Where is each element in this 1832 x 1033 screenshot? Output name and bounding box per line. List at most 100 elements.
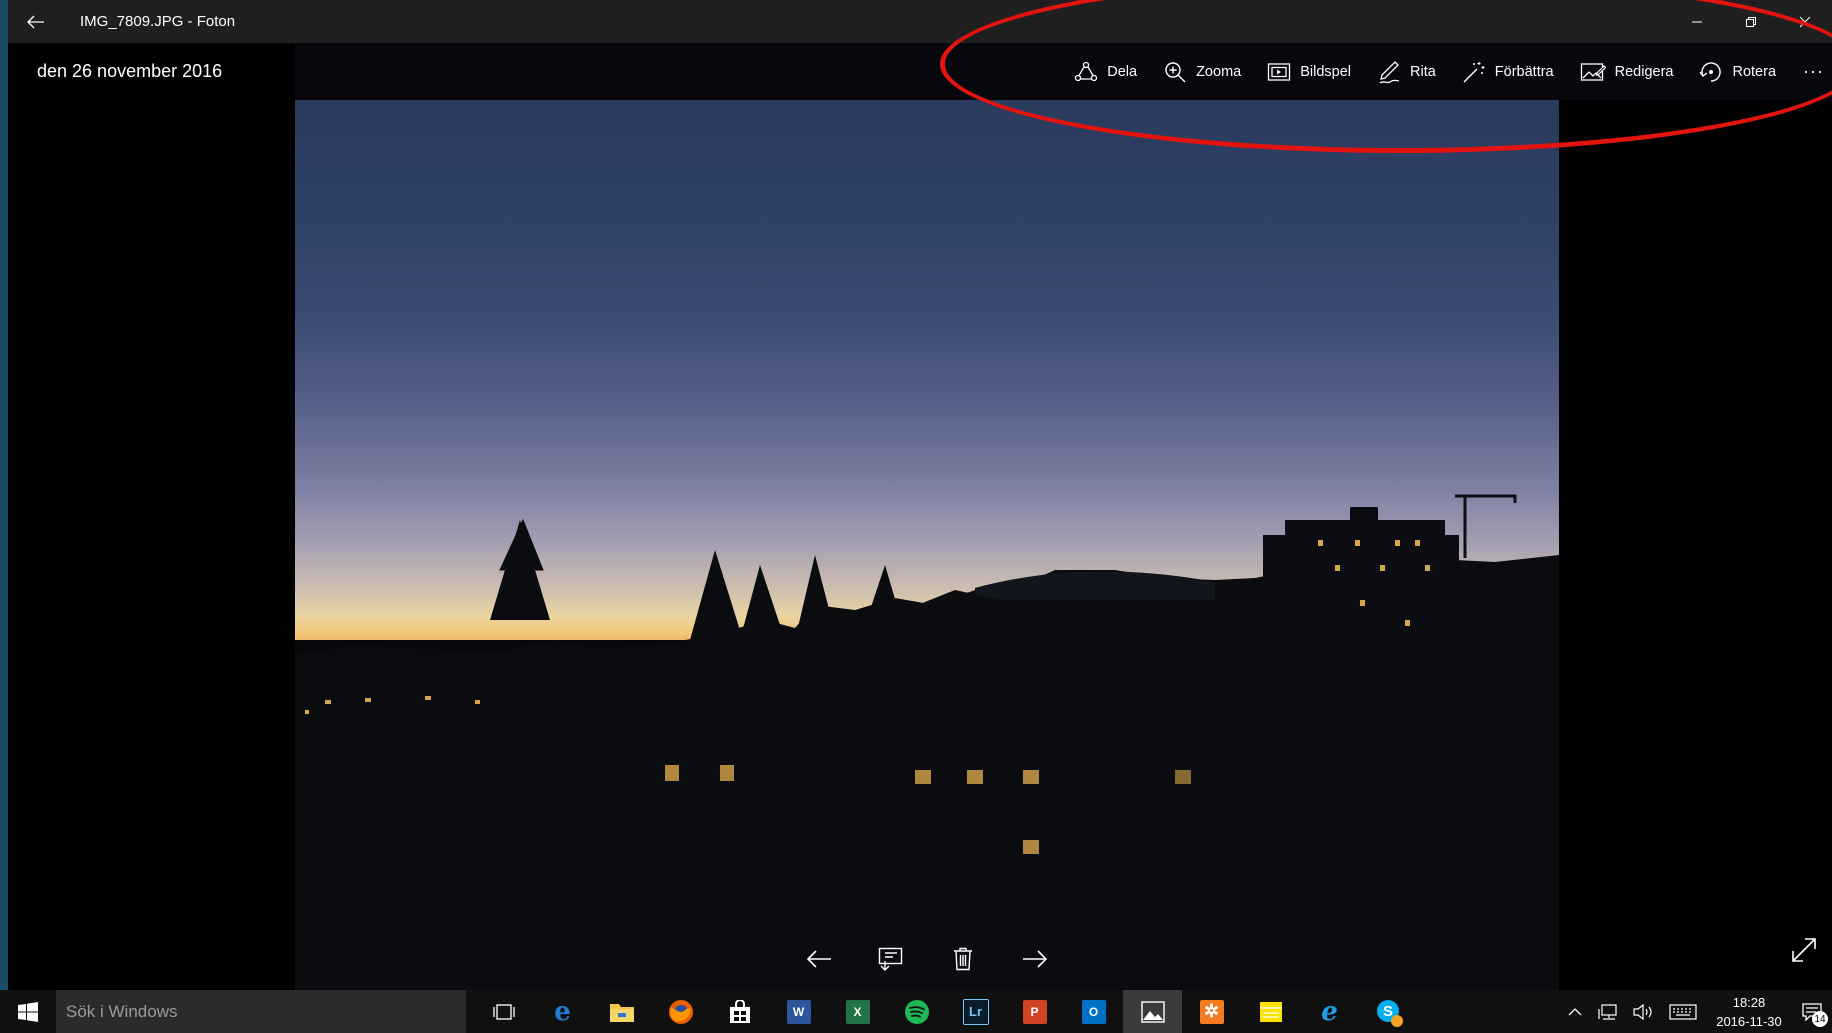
- orange-app-button[interactable]: ✲: [1182, 990, 1241, 1033]
- zoom-button[interactable]: Zooma: [1150, 43, 1254, 100]
- sticky-notes-button[interactable]: [1241, 990, 1300, 1033]
- arrow-right-icon: [1023, 950, 1048, 968]
- skype-status-badge: [1391, 1015, 1403, 1027]
- network-button[interactable]: [1592, 990, 1626, 1033]
- skype-button[interactable]: S: [1359, 990, 1418, 1033]
- search-box[interactable]: Sök i Windows: [56, 990, 466, 1033]
- draw-pen-icon: [1379, 60, 1400, 84]
- rotate-button[interactable]: Rotera: [1686, 43, 1789, 100]
- windows-logo-icon: [18, 1001, 38, 1022]
- action-center-button[interactable]: 14: [1792, 990, 1832, 1033]
- photos-icon: [1140, 1000, 1165, 1023]
- internet-explorer-button[interactable]: e: [1300, 990, 1359, 1033]
- volume-button[interactable]: [1626, 990, 1660, 1033]
- share-button[interactable]: Dela: [1061, 43, 1150, 100]
- delete-button[interactable]: [942, 938, 984, 980]
- start-button[interactable]: [0, 990, 56, 1033]
- title-bar: IMG_7809.JPG - Foton: [8, 0, 1832, 43]
- powerpoint-icon: P: [1022, 999, 1047, 1024]
- excel-button[interactable]: X: [828, 990, 887, 1033]
- keyboard-icon: [1669, 1003, 1697, 1020]
- spotify-icon: [904, 999, 929, 1024]
- file-explorer-button[interactable]: [592, 990, 651, 1033]
- touch-keyboard-button[interactable]: [1660, 990, 1706, 1033]
- network-icon: [1598, 1003, 1617, 1020]
- photo-view[interactable]: [295, 100, 1559, 990]
- sunset-cityscape-image: [295, 494, 1559, 990]
- draw-button[interactable]: Rita: [1364, 43, 1449, 100]
- photos-app-window: IMG_7809.JPG - Foton den 26 november 201…: [8, 0, 1832, 990]
- excel-icon: X: [845, 999, 870, 1024]
- expand-icon: [1792, 938, 1816, 962]
- notification-count-badge: 14: [1812, 1011, 1828, 1027]
- trash-icon: [954, 947, 972, 971]
- slideshow-icon: [1268, 62, 1291, 81]
- close-icon: [1799, 16, 1811, 27]
- firefox-icon: [668, 999, 693, 1024]
- edit-image-icon: [1580, 62, 1606, 81]
- edit-button[interactable]: Redigera: [1567, 43, 1687, 100]
- store-bag-icon: [729, 999, 750, 1023]
- back-button[interactable]: [8, 0, 64, 43]
- word-button[interactable]: W: [769, 990, 828, 1033]
- fullscreen-button[interactable]: [1784, 930, 1824, 970]
- speaker-icon: [1633, 1003, 1652, 1020]
- powerpoint-button[interactable]: P: [1005, 990, 1064, 1033]
- zoom-in-icon: [1165, 61, 1186, 82]
- share-label: Dela: [1107, 63, 1138, 80]
- folder-icon: [609, 1003, 634, 1022]
- edge-button[interactable]: e: [533, 990, 592, 1033]
- photos-taskbar-button[interactable]: [1123, 990, 1182, 1033]
- edit-label: Redigera: [1614, 63, 1674, 80]
- clock-date: 2016-11-30: [1716, 1013, 1782, 1029]
- minimize-button[interactable]: [1670, 0, 1724, 43]
- word-icon: W: [786, 999, 811, 1024]
- task-view-button[interactable]: [474, 990, 533, 1033]
- internet-explorer-icon: e: [1321, 996, 1338, 1027]
- command-bar: Dela Zooma Bildspel Rita Förbättra Redig…: [295, 43, 1832, 100]
- photo-controls: [295, 938, 1559, 980]
- windows-taskbar: Sök i Windows e W X Lr P O ✲ e S 18:28 2…: [0, 990, 1832, 1033]
- lightroom-icon: Lr: [962, 998, 989, 1025]
- chevron-up-icon: [1568, 1007, 1582, 1015]
- firefox-button[interactable]: [651, 990, 710, 1033]
- back-arrow-icon: [27, 15, 44, 28]
- clock-time: 18:28: [1732, 994, 1766, 1010]
- enhance-label: Förbättra: [1494, 63, 1554, 80]
- slideshow-label: Bildspel: [1300, 63, 1351, 80]
- minimize-icon: [1692, 21, 1702, 22]
- rotate-icon: [1699, 61, 1722, 82]
- restore-icon: [1746, 16, 1756, 27]
- enhance-wand-icon: [1463, 61, 1485, 83]
- outlook-button[interactable]: O: [1064, 990, 1123, 1033]
- sunburst-app-icon: ✲: [1199, 999, 1224, 1024]
- task-view-icon: [492, 1003, 515, 1020]
- photo-date: den 26 november 2016: [8, 43, 295, 100]
- add-to-album-button[interactable]: [870, 938, 912, 980]
- zoom-label: Zooma: [1196, 63, 1242, 80]
- arrow-left-icon: [806, 950, 831, 968]
- clock[interactable]: 18:28 2016-11-30: [1706, 993, 1792, 1031]
- restore-button[interactable]: [1724, 0, 1778, 43]
- spotify-button[interactable]: [887, 990, 946, 1033]
- more-options-button[interactable]: ···: [1789, 43, 1832, 100]
- window-controls: [1670, 0, 1832, 43]
- search-placeholder: Sök i Windows: [66, 1001, 178, 1021]
- edge-icon: e: [554, 996, 571, 1027]
- next-photo-button[interactable]: [1014, 938, 1056, 980]
- previous-photo-button[interactable]: [798, 938, 840, 980]
- system-tray: 18:28 2016-11-30 14: [1558, 990, 1832, 1033]
- taskbar-apps: e W X Lr P O ✲ e S: [474, 990, 1418, 1033]
- draw-label: Rita: [1410, 63, 1436, 80]
- sticky-notes-icon: [1259, 1001, 1282, 1022]
- lightroom-button[interactable]: Lr: [946, 990, 1005, 1033]
- show-hidden-icons-button[interactable]: [1558, 990, 1592, 1033]
- album-icon: [878, 947, 903, 971]
- rotate-label: Rotera: [1732, 63, 1777, 80]
- enhance-button[interactable]: Förbättra: [1449, 43, 1567, 100]
- outlook-icon: O: [1081, 999, 1106, 1024]
- slideshow-button[interactable]: Bildspel: [1254, 43, 1364, 100]
- close-button[interactable]: [1778, 0, 1832, 43]
- share-icon: [1075, 61, 1098, 81]
- store-button[interactable]: [710, 990, 769, 1033]
